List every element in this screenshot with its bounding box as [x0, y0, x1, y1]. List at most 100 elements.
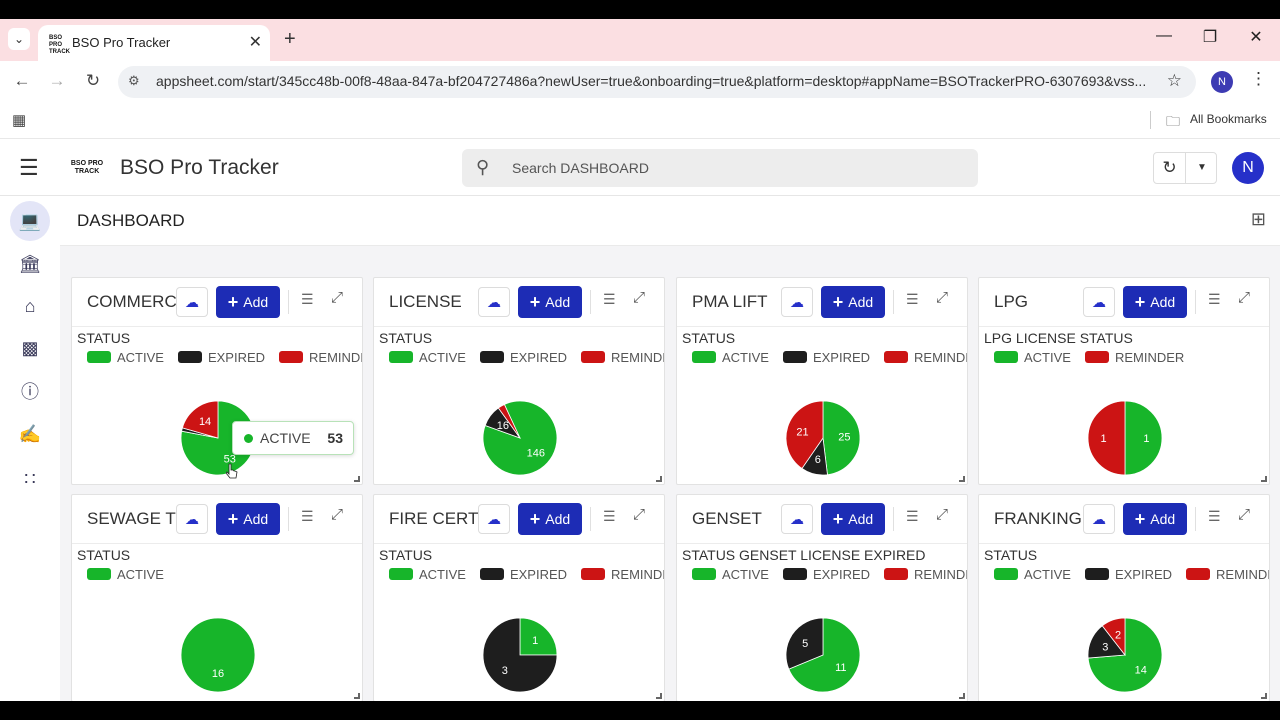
layout-icon[interactable]: ⊞: [1251, 209, 1266, 230]
filter-icon[interactable]: ☰: [1208, 508, 1221, 525]
minimize-icon[interactable]: —: [1154, 27, 1174, 45]
expand-icon[interactable]: ⤢: [936, 289, 948, 306]
info-icon[interactable]: ⓘ: [10, 372, 50, 412]
pie-chart[interactable]: 146 16: [475, 398, 565, 478]
add-button[interactable]: + Add: [216, 286, 280, 318]
bookmark-star-icon[interactable]: ☆: [1167, 71, 1182, 91]
resize-handle[interactable]: [1261, 693, 1267, 699]
legend-item[interactable]: REMINDER: [581, 350, 664, 365]
gallery-icon[interactable]: ▩: [10, 328, 50, 368]
add-button[interactable]: + Add: [518, 286, 582, 318]
menu-icon[interactable]: ☰: [19, 155, 39, 181]
new-tab-icon[interactable]: +: [284, 28, 296, 51]
add-button[interactable]: + Add: [1123, 503, 1187, 535]
legend-item[interactable]: EXPIRED: [177, 350, 265, 365]
pie-chart[interactable]: 25 6 21: [778, 398, 868, 478]
download-icon[interactable]: ☁: [1083, 287, 1115, 317]
legend-item[interactable]: ACTIVE: [87, 567, 164, 582]
legend-item[interactable]: REMINDER: [581, 567, 664, 582]
add-button[interactable]: + Add: [518, 503, 582, 535]
legend-item[interactable]: EXPIRED: [479, 567, 567, 582]
download-icon[interactable]: ☁: [781, 504, 813, 534]
add-button[interactable]: + Add: [821, 503, 885, 535]
add-button[interactable]: + Add: [1123, 286, 1187, 318]
legend-item[interactable]: EXPIRED: [782, 350, 870, 365]
legend-item[interactable]: ACTIVE: [994, 567, 1071, 582]
resize-handle[interactable]: [1261, 476, 1267, 482]
site-info-icon[interactable]: ⚙: [128, 73, 140, 89]
expand-icon[interactable]: ⤢: [633, 506, 645, 523]
pie-slice-active[interactable]: [519, 617, 558, 656]
legend-item[interactable]: ACTIVE: [389, 350, 466, 365]
download-icon[interactable]: ☁: [781, 287, 813, 317]
tab-search-dropdown[interactable]: ⌄: [8, 28, 30, 50]
browser-menu-icon[interactable]: ⋮: [1250, 69, 1267, 89]
close-tab-icon[interactable]: ✕: [249, 32, 262, 52]
bank-icon[interactable]: 🏛: [10, 244, 50, 284]
browser-tab[interactable]: BSO PRO TRACK BSO Pro Tracker ✕: [38, 25, 270, 61]
legend-item[interactable]: ACTIVE: [994, 350, 1071, 365]
legend-item[interactable]: EXPIRED: [782, 567, 870, 582]
chevron-down-icon[interactable]: ▼: [1187, 153, 1217, 183]
avatar[interactable]: N: [1232, 152, 1264, 184]
legend-item[interactable]: REMINDER: [884, 567, 967, 582]
apps-grid-icon[interactable]: ▦: [12, 111, 26, 129]
home-icon[interactable]: ⌂: [10, 286, 50, 326]
filter-icon[interactable]: ☰: [301, 508, 314, 525]
filter-icon[interactable]: ☰: [1208, 291, 1221, 308]
legend-item[interactable]: ACTIVE: [87, 350, 164, 365]
forward-icon[interactable]: →: [46, 71, 68, 91]
expand-icon[interactable]: ⤢: [1238, 506, 1250, 523]
feedback-icon[interactable]: ✍: [10, 414, 50, 454]
pie-slice-active[interactable]: [180, 617, 256, 693]
filter-icon[interactable]: ☰: [603, 291, 616, 308]
filter-icon[interactable]: ☰: [603, 508, 616, 525]
sync-icon[interactable]: ↻: [1154, 153, 1186, 183]
filter-icon[interactable]: ☰: [906, 508, 919, 525]
dashboard-icon[interactable]: 💻: [10, 201, 50, 241]
legend-item[interactable]: EXPIRED: [479, 350, 567, 365]
resize-handle[interactable]: [354, 476, 360, 482]
resize-handle[interactable]: [959, 693, 965, 699]
pie-chart[interactable]: 16: [173, 615, 263, 695]
filter-icon[interactable]: ☰: [906, 291, 919, 308]
legend-item[interactable]: ACTIVE: [692, 350, 769, 365]
resize-handle[interactable]: [959, 476, 965, 482]
expand-icon[interactable]: ⤢: [331, 289, 343, 306]
restore-icon[interactable]: ❐: [1200, 27, 1220, 47]
pie-chart[interactable]: 11: [1080, 398, 1170, 478]
legend-item[interactable]: REMINDER: [1084, 350, 1184, 365]
expand-icon[interactable]: ⤢: [1238, 289, 1250, 306]
legend-item[interactable]: REMINDER: [279, 350, 362, 365]
download-icon[interactable]: ☁: [478, 504, 510, 534]
reload-icon[interactable]: ↻: [82, 71, 104, 91]
legend-item[interactable]: REMINDER: [1186, 567, 1269, 582]
download-icon[interactable]: ☁: [176, 287, 208, 317]
pie-chart[interactable]: 14 32: [1080, 615, 1170, 695]
add-button[interactable]: + Add: [216, 503, 280, 535]
expand-icon[interactable]: ⤢: [936, 506, 948, 523]
resize-handle[interactable]: [354, 693, 360, 699]
legend-item[interactable]: REMINDER: [884, 350, 967, 365]
close-window-icon[interactable]: ✕: [1246, 27, 1266, 47]
expand-icon[interactable]: ⤢: [633, 289, 645, 306]
add-button[interactable]: + Add: [821, 286, 885, 318]
download-icon[interactable]: ☁: [478, 287, 510, 317]
pie-chart[interactable]: 13: [475, 615, 565, 695]
back-icon[interactable]: ←: [11, 71, 33, 91]
url-text[interactable]: appsheet.com/start/345cc48b-00f8-48aa-84…: [156, 73, 1146, 89]
expand-icon[interactable]: ⤢: [331, 506, 343, 523]
browser-profile-avatar[interactable]: N: [1211, 71, 1233, 93]
download-icon[interactable]: ☁: [176, 504, 208, 534]
more-apps-icon[interactable]: ∷: [10, 459, 50, 499]
download-icon[interactable]: ☁: [1083, 504, 1115, 534]
resize-handle[interactable]: [656, 476, 662, 482]
legend-item[interactable]: ACTIVE: [389, 567, 466, 582]
search-input[interactable]: ⚲ Search DASHBOARD: [462, 149, 978, 187]
legend-item[interactable]: ACTIVE: [692, 567, 769, 582]
legend-item[interactable]: EXPIRED: [1084, 567, 1172, 582]
filter-icon[interactable]: ☰: [301, 291, 314, 308]
all-bookmarks-link[interactable]: All Bookmarks: [1190, 112, 1267, 126]
pie-chart[interactable]: 11 5: [778, 615, 868, 695]
omnibox[interactable]: ⚙ appsheet.com/start/345cc48b-00f8-48aa-…: [118, 66, 1196, 98]
